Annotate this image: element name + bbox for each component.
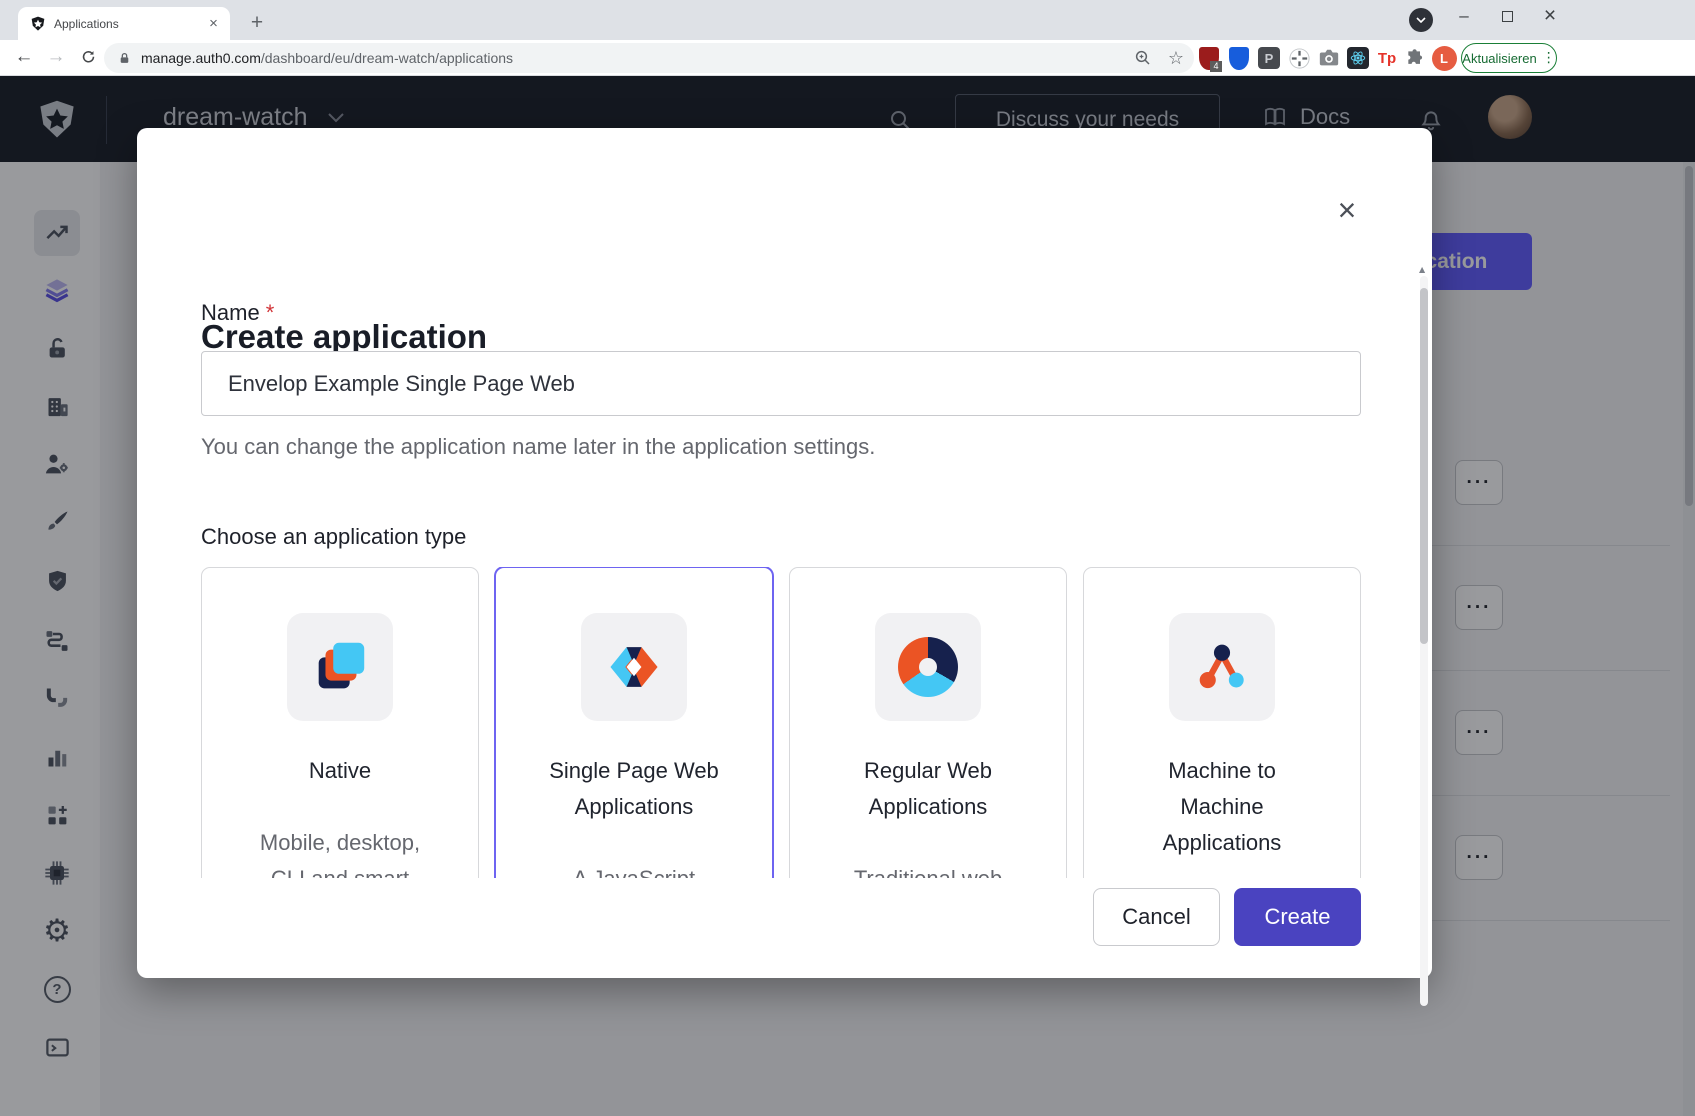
url-path: /dashboard/eu/dream-watch/applications bbox=[261, 50, 513, 66]
tab-search-icon[interactable] bbox=[1409, 8, 1433, 32]
card-machine-to-machine[interactable]: Machine to Machine Applications bbox=[1083, 567, 1361, 878]
donut-hole bbox=[919, 658, 937, 676]
modal-scroll-up-icon[interactable]: ▲ bbox=[1419, 266, 1425, 274]
lock-icon bbox=[118, 51, 131, 66]
screen: Applications × + – × ← → manage.auth0.co… bbox=[0, 0, 1695, 1116]
card-description: A JavaScript bbox=[544, 861, 724, 878]
window-maximize-button[interactable] bbox=[1490, 2, 1524, 30]
spa-iconbox bbox=[581, 613, 687, 721]
back-icon[interactable]: ← bbox=[10, 43, 38, 71]
url-text: manage.auth0.com/dashboard/eu/dream-watc… bbox=[141, 50, 1134, 66]
browser-tab[interactable]: Applications × bbox=[18, 7, 230, 40]
card-description: Mobile, desktop, CLI and smart bbox=[250, 825, 430, 878]
ublock-extension-icon[interactable]: 4 bbox=[1196, 45, 1222, 71]
name-label-text: Name bbox=[201, 300, 260, 325]
card-title: Machine to Machine Applications bbox=[1132, 753, 1312, 861]
auth0-favicon bbox=[30, 16, 46, 32]
regular-web-iconbox bbox=[875, 613, 981, 721]
chrome-update-button[interactable]: Aktualisieren ⋮ bbox=[1461, 43, 1557, 73]
browser-tabstrip: Applications × + – × bbox=[0, 0, 1695, 40]
tab-title: Applications bbox=[54, 17, 205, 31]
bitwarden-extension-icon[interactable] bbox=[1226, 45, 1252, 71]
card-title: Native bbox=[250, 753, 430, 789]
reload-icon[interactable] bbox=[74, 43, 102, 71]
native-iconbox bbox=[287, 613, 393, 721]
modal-close-button[interactable]: × bbox=[1325, 188, 1369, 232]
window-minimize-button[interactable]: – bbox=[1447, 2, 1481, 30]
application-name-input[interactable] bbox=[201, 351, 1361, 416]
modal-scrollbar-thumb[interactable] bbox=[1420, 288, 1428, 644]
window-close-button[interactable]: × bbox=[1533, 2, 1567, 30]
m2m-icon bbox=[1191, 636, 1253, 698]
profile-initial: L bbox=[1432, 46, 1457, 71]
menu-kebab-icon: ⋮ bbox=[1542, 50, 1556, 66]
forward-icon[interactable]: → bbox=[42, 43, 70, 71]
bookmark-star-icon[interactable]: ☆ bbox=[1168, 48, 1184, 69]
create-application-modal: Create application × Name* You can chang… bbox=[137, 128, 1432, 978]
native-icon bbox=[309, 636, 371, 698]
update-label: Aktualisieren bbox=[1462, 51, 1536, 66]
required-asterisk: * bbox=[266, 300, 275, 325]
application-type-cards: Native Mobile, desktop, CLI and smart Si… bbox=[201, 567, 1361, 878]
address-bar[interactable]: manage.auth0.com/dashboard/eu/dream-watc… bbox=[104, 43, 1194, 73]
card-native[interactable]: Native Mobile, desktop, CLI and smart bbox=[201, 567, 479, 878]
card-single-page-web[interactable]: Single Page Web Applications A JavaScrip… bbox=[495, 567, 773, 878]
name-label: Name* bbox=[201, 300, 274, 326]
p-extension-icon[interactable]: P bbox=[1256, 45, 1282, 71]
tab-close-icon[interactable]: × bbox=[205, 15, 222, 32]
react-devtools-extension-icon[interactable] bbox=[1345, 45, 1371, 71]
extensions-puzzle-icon[interactable] bbox=[1402, 45, 1428, 71]
ublock-shield: 4 bbox=[1199, 47, 1219, 70]
url-host: manage.auth0.com bbox=[141, 50, 261, 66]
crosshair-extension-icon[interactable] bbox=[1286, 45, 1312, 71]
p-letter: P bbox=[1258, 47, 1280, 69]
name-help-text: You can change the application name late… bbox=[201, 434, 875, 460]
regular-web-icon bbox=[898, 637, 958, 697]
new-tab-button[interactable]: + bbox=[244, 10, 270, 36]
tampermonkey-extension-icon[interactable]: Tp bbox=[1374, 45, 1400, 71]
react-atom bbox=[1347, 47, 1369, 69]
card-description: Traditional web bbox=[838, 861, 1018, 878]
browser-profile-avatar[interactable]: L bbox=[1431, 45, 1457, 71]
cancel-button[interactable]: Cancel bbox=[1093, 888, 1220, 946]
camera-extension-icon[interactable] bbox=[1316, 45, 1342, 71]
card-title: Regular Web Applications bbox=[838, 753, 1018, 825]
bitwarden-shield bbox=[1229, 47, 1249, 70]
ublock-badge: 4 bbox=[1210, 61, 1222, 72]
application-type-label: Choose an application type bbox=[201, 524, 466, 550]
m2m-iconbox bbox=[1169, 613, 1275, 721]
zoom-icon[interactable] bbox=[1134, 49, 1152, 67]
spa-icon bbox=[603, 636, 665, 698]
card-regular-web[interactable]: Regular Web Applications Traditional web bbox=[789, 567, 1067, 878]
maximize-icon bbox=[1502, 11, 1513, 22]
card-title: Single Page Web Applications bbox=[544, 753, 724, 825]
create-button[interactable]: Create bbox=[1234, 888, 1361, 946]
